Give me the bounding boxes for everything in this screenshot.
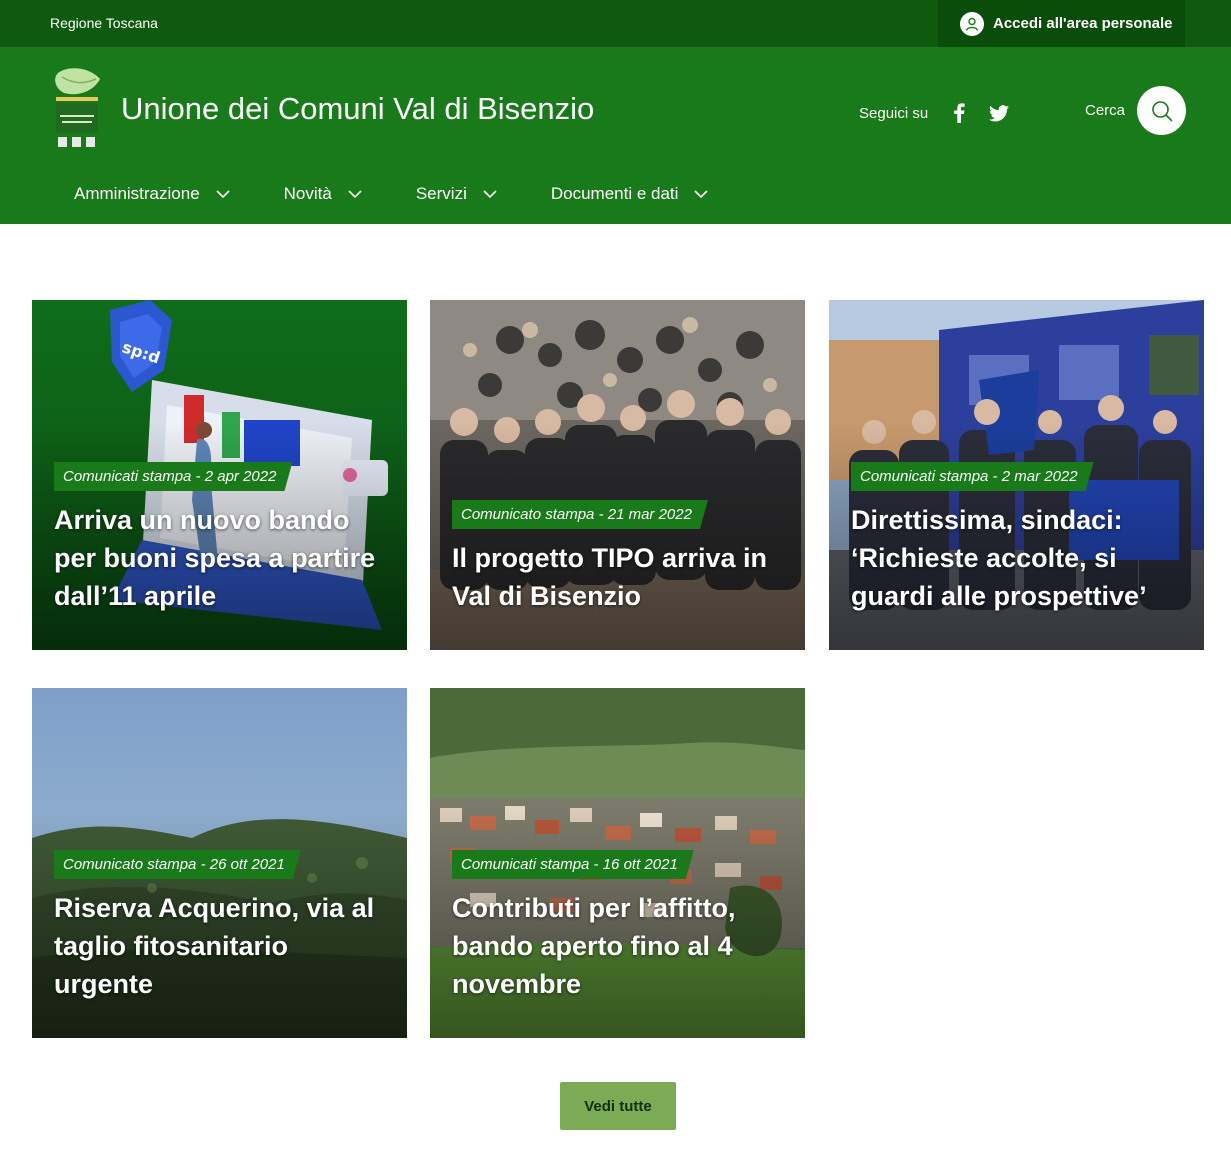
- search-icon: [1151, 100, 1173, 122]
- login-button[interactable]: Accedi all'area personale: [938, 0, 1185, 47]
- card-title[interactable]: Il progetto TIPO arriva in Val di Bisenz…: [452, 539, 787, 615]
- login-label: Accedi all'area personale: [993, 15, 1173, 32]
- chevron-down-icon: [483, 190, 497, 199]
- chevron-down-icon: [216, 190, 230, 199]
- twitter-icon[interactable]: [988, 102, 1010, 124]
- nav-item-documenti-e-dati[interactable]: Documenti e dati: [551, 184, 709, 204]
- nav-item-novita[interactable]: Novità: [284, 184, 362, 204]
- facebook-icon[interactable]: [948, 102, 970, 124]
- social-links: Seguici su: [859, 102, 1028, 124]
- card-title[interactable]: Arriva un nuovo bando per buoni spesa a …: [54, 501, 389, 615]
- card-title[interactable]: Direttissima, sindaci: ‘Richieste accolt…: [851, 501, 1186, 615]
- news-card[interactable]: sp:d Comunicati stampa - 2 apr 2022 Arri…: [32, 300, 407, 650]
- main-header: Unione dei Comuni Val di Bisenzio Seguic…: [0, 47, 1231, 224]
- card-category[interactable]: Comunicato stampa - 26 ott 2021: [54, 850, 301, 879]
- card-category[interactable]: Comunicati stampa - 16 ott 2021: [452, 850, 694, 879]
- nav-item-label: Servizi: [415, 184, 467, 203]
- card-category[interactable]: Comunicato stampa - 21 mar 2022: [452, 500, 708, 529]
- see-all-button[interactable]: Vedi tutte: [560, 1082, 676, 1130]
- news-card[interactable]: Comunicato stampa - 26 ott 2021 Riserva …: [32, 688, 407, 1038]
- nav-item-servizi[interactable]: Servizi: [416, 184, 497, 204]
- social-label: Seguici su: [859, 104, 929, 122]
- nav-item-label: Amministrazione: [74, 184, 200, 203]
- chevron-down-icon: [694, 190, 709, 199]
- search-label: Cerca: [1085, 102, 1126, 119]
- main-nav: Amministrazione Novità Servizi Documenti…: [74, 184, 709, 204]
- news-card[interactable]: Comunicato stampa - 21 mar 2022 Il proge…: [430, 300, 805, 650]
- card-category[interactable]: Comunicati stampa - 2 apr 2022: [54, 462, 292, 491]
- user-icon: [960, 11, 984, 36]
- search-button[interactable]: [1137, 86, 1186, 135]
- slim-header: Regione Toscana Accedi all'area personal…: [0, 0, 1231, 47]
- news-card[interactable]: Comunicati stampa - 16 ott 2021 Contribu…: [430, 688, 805, 1038]
- chevron-down-icon: [348, 190, 362, 199]
- nav-item-amministrazione[interactable]: Amministrazione: [74, 184, 230, 204]
- card-title[interactable]: Riserva Acquerino, via al taglio fitosan…: [54, 889, 389, 1003]
- region-link[interactable]: Regione Toscana: [50, 15, 158, 31]
- union-logo-icon[interactable]: [50, 67, 104, 151]
- card-category[interactable]: Comunicati stampa - 2 mar 2022: [851, 462, 1094, 491]
- news-card[interactable]: Comunicati stampa - 2 mar 2022 Direttiss…: [829, 300, 1204, 650]
- card-title[interactable]: Contributi per l’affitto, bando aperto f…: [452, 889, 787, 1003]
- site-title[interactable]: Unione dei Comuni Val di Bisenzio: [121, 91, 594, 127]
- nav-item-label: Documenti e dati: [550, 184, 679, 203]
- nav-item-label: Novità: [283, 184, 332, 203]
